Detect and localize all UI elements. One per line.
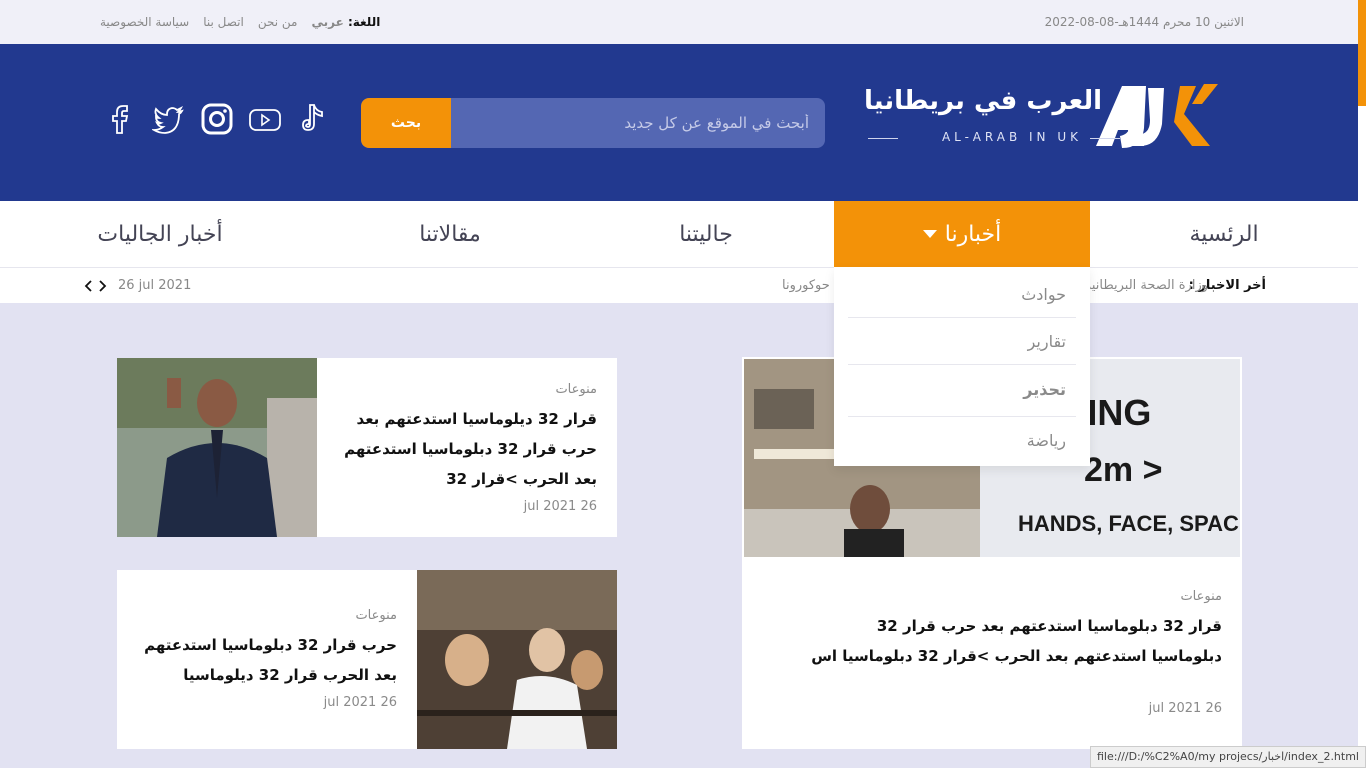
site-header: العرب في بريطانيا AL-ARAB IN UK بحث (0, 44, 1358, 201)
ticker-headline[interactable]: وزارة الصحة البريطانية (1085, 278, 1208, 293)
article-card-2[interactable]: منوعات حرب قرار 32 دبلوماسيا استدعتهم بع… (117, 570, 617, 749)
browser-status-url: file:///D:/%C2%A0/my projecs/اخبار/index… (1090, 746, 1366, 768)
logo-english-text: AL-ARAB IN UK (941, 130, 1082, 144)
language-value[interactable]: عربي (311, 15, 343, 29)
news-dropdown-menu: حوادث تقارير تحذير رياضة (834, 267, 1090, 466)
site-logo[interactable]: العرب في بريطانيا AL-ARAB IN UK (862, 80, 1252, 158)
social-links (104, 102, 328, 136)
article-title[interactable]: قرار 32 ديلوماسيا استدعتهم بعد حرب قرار … (337, 404, 597, 494)
caret-down-icon (922, 230, 937, 238)
search-button[interactable]: بحث (361, 98, 451, 148)
instagram-icon[interactable] (200, 102, 233, 136)
nav-articles-label: مقالاتنا (419, 221, 481, 247)
chevron-left-icon[interactable] (84, 279, 93, 293)
nav-item-community[interactable]: جاليتنا (578, 201, 834, 267)
politician-photo (117, 358, 317, 537)
facebook-icon[interactable] (104, 102, 136, 136)
language-selector[interactable]: اللغة: عربي (311, 15, 380, 29)
search-input[interactable] (451, 98, 825, 148)
nav-item-community-news[interactable]: أخبار الجاليات (30, 201, 290, 267)
nav-news-label: أخبارنا (944, 221, 1002, 247)
hijri-date: الاثنين 10 محرم 1444هـ-08-08-2022 (1044, 15, 1244, 29)
article-title[interactable]: قرار 32 دبلوماسيا استدعتهم بعد حرب قرار … (802, 611, 1222, 671)
logo-mark-icon (1096, 84, 1218, 148)
dropdown-item-incidents[interactable]: حوادث (1021, 285, 1066, 304)
tiktok-icon[interactable] (296, 102, 328, 136)
nav-item-news[interactable]: أخبارنا (834, 201, 1090, 267)
article-title[interactable]: حرب قرار 32 دبلوماسيا استدعتهم بعد الحرب… (137, 630, 397, 690)
svg-text:2m >: 2m > (1084, 451, 1162, 489)
dropdown-item-reports[interactable]: تقارير (1028, 332, 1066, 351)
nav-item-home[interactable]: الرئسية (1090, 201, 1358, 267)
dropdown-item-warning[interactable]: تحذير (1023, 380, 1066, 399)
ticker-headline-2[interactable]: حوكورونا (782, 278, 830, 293)
content-area: CIAL TANCING 2m > HANDS, FACE, SPACE منو… (30, 333, 1330, 768)
search-box: بحث (361, 98, 825, 148)
top-links: اللغة: عربي من نحن اتصل بنا سياسة الخصوص… (100, 15, 380, 29)
news-ticker: أخر الاخبار : وزارة الصحة البريطانية حوك… (0, 267, 1358, 303)
article-image-2 (417, 570, 617, 749)
article-category[interactable]: منوعات (1180, 589, 1222, 604)
chevron-right-icon[interactable] (98, 279, 107, 293)
privacy-link[interactable]: سياسة الخصوصية (100, 15, 189, 29)
main-nav: الرئسية أخبارنا جاليتنا مقالاتنا أخبار ا… (0, 201, 1358, 267)
article-date: 26 jul 2021 (1148, 701, 1222, 716)
dropdown-item-sports[interactable]: رياضة (1027, 431, 1066, 450)
article-category[interactable]: منوعات (555, 382, 597, 397)
contact-link[interactable]: اتصل بنا (203, 15, 244, 29)
article-image-1 (117, 358, 317, 537)
svg-text:HANDS, FACE, SPACE: HANDS, FACE, SPACE (1018, 511, 1240, 536)
nav-community-news-label: أخبار الجاليات (97, 221, 223, 247)
language-label: اللغة: (347, 15, 381, 29)
youtube-icon[interactable] (248, 102, 281, 136)
top-bar: الاثنين 10 محرم 1444هـ-08-08-2022 اللغة:… (0, 0, 1366, 44)
scrollbar-thumb[interactable] (1358, 0, 1366, 106)
nav-home-label: الرئسية (1189, 221, 1259, 247)
cafe-crowd-photo (417, 570, 617, 749)
article-card-1[interactable]: منوعات قرار 32 ديلوماسيا استدعتهم بعد حر… (117, 358, 617, 537)
about-link[interactable]: من نحن (258, 15, 298, 29)
nav-item-articles[interactable]: مقالاتنا (322, 201, 578, 267)
ticker-date: 26 jul 2021 (118, 278, 192, 293)
dropdown-divider (848, 317, 1076, 318)
logo-divider-right (1090, 138, 1120, 139)
article-date: 26 jul 2021 (523, 499, 597, 514)
logo-arabic-text: العرب في بريطانيا (863, 86, 1102, 116)
dropdown-divider (848, 364, 1076, 365)
page-scrollbar[interactable] (1358, 0, 1366, 768)
twitter-icon[interactable] (150, 102, 184, 136)
nav-community-label: جاليتنا (679, 221, 733, 247)
dropdown-divider (848, 416, 1076, 417)
logo-divider-left (868, 138, 898, 139)
article-category[interactable]: منوعات (355, 608, 397, 623)
ticker-arrows (84, 275, 107, 294)
article-date: 26 jul 2021 (323, 695, 397, 710)
